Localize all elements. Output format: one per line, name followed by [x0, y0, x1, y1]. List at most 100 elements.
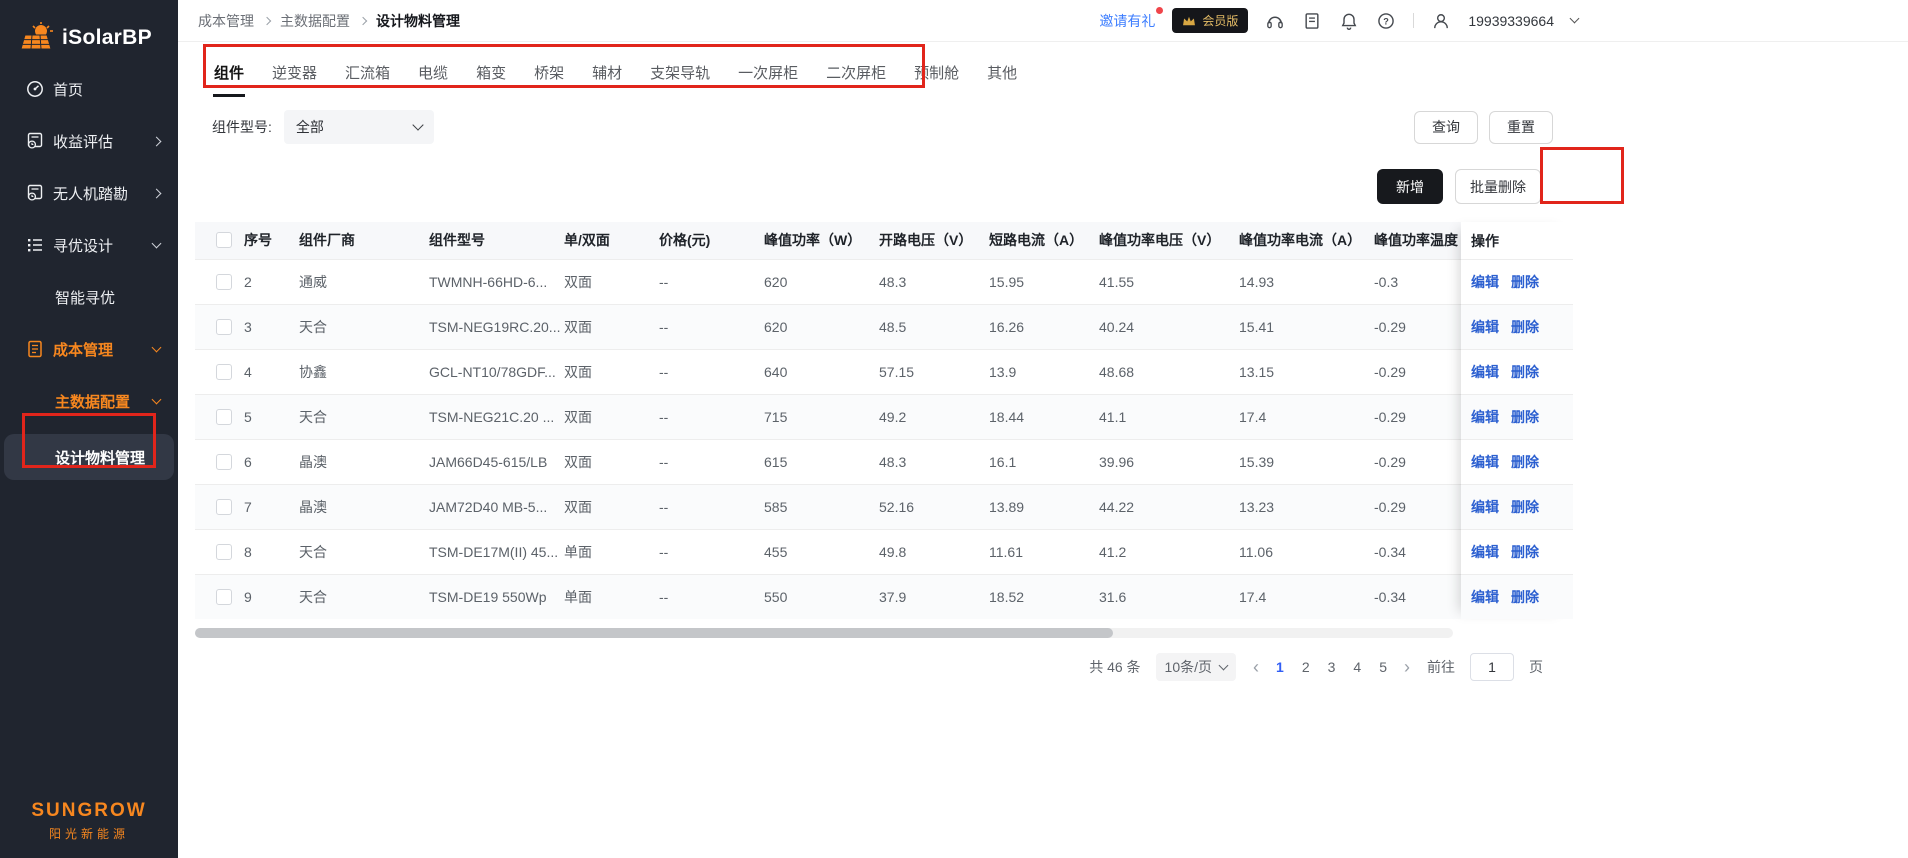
- cell-peak_temp: -0.29: [1370, 304, 1461, 349]
- tab-二次屏柜[interactable]: 二次屏柜: [825, 54, 887, 97]
- add-button[interactable]: 新增: [1377, 169, 1443, 204]
- chevron-down-icon: [152, 395, 162, 405]
- breadcrumb-cost-management[interactable]: 成本管理: [198, 11, 254, 31]
- delete-link[interactable]: 删除: [1511, 452, 1539, 472]
- delete-link[interactable]: 删除: [1511, 317, 1539, 337]
- breadcrumb-current-page: 设计物料管理: [376, 11, 460, 31]
- delete-link[interactable]: 删除: [1511, 497, 1539, 517]
- document-icon[interactable]: [1302, 11, 1322, 31]
- tab-逆变器[interactable]: 逆变器: [271, 54, 318, 97]
- topbar: 成本管理 主数据配置 设计物料管理 邀请有礼 会员版: [178, 0, 1908, 42]
- edit-link[interactable]: 编辑: [1471, 407, 1499, 427]
- horizontal-scrollbar-track[interactable]: [195, 628, 1453, 638]
- cell-short_current: 18.44: [985, 394, 1095, 439]
- row-checkbox[interactable]: [216, 409, 232, 425]
- cell-short_current: 16.1: [985, 439, 1095, 484]
- row-checkbox[interactable]: [216, 454, 232, 470]
- reset-button[interactable]: 重置: [1489, 111, 1553, 144]
- delete-link[interactable]: 删除: [1511, 542, 1539, 562]
- row-checkbox[interactable]: [216, 499, 232, 515]
- cell-price: --: [655, 439, 760, 484]
- query-button[interactable]: 查询: [1414, 111, 1478, 144]
- table-header-row: 序号组件厂商组件型号单/双面价格(元)峰值功率（W）开路电压（V）短路电流（A）…: [195, 222, 1461, 259]
- cell-short_current: 13.89: [985, 484, 1095, 529]
- sidebar-item-master-data-config[interactable]: 主数据配置: [0, 388, 178, 414]
- chevron-down-icon[interactable]: [1570, 14, 1580, 24]
- cell-face: 双面: [560, 349, 655, 394]
- delete-link[interactable]: 删除: [1511, 362, 1539, 382]
- headset-icon[interactable]: [1265, 11, 1285, 31]
- cell-peak_current: 11.06: [1235, 529, 1370, 574]
- tab-其他[interactable]: 其他: [986, 54, 1018, 97]
- tab-箱变[interactable]: 箱变: [475, 54, 507, 97]
- tab-电缆[interactable]: 电缆: [417, 54, 449, 97]
- cell-model: JAM66D45-615/LB: [425, 439, 560, 484]
- sidebar-item-label: 无人机踏勘: [53, 183, 128, 204]
- delete-link[interactable]: 删除: [1511, 272, 1539, 292]
- page-number-1[interactable]: 1: [1276, 659, 1284, 675]
- bell-icon[interactable]: [1339, 11, 1359, 31]
- operation-row: 编辑删除: [1461, 439, 1573, 484]
- edit-link[interactable]: 编辑: [1471, 272, 1499, 292]
- tab-预制舱[interactable]: 预制舱: [913, 54, 960, 97]
- invite-link[interactable]: 邀请有礼: [1099, 11, 1155, 31]
- delete-link[interactable]: 删除: [1511, 587, 1539, 607]
- breadcrumb-master-data[interactable]: 主数据配置: [280, 11, 350, 31]
- goto-page-input[interactable]: [1470, 653, 1514, 681]
- edit-link[interactable]: 编辑: [1471, 542, 1499, 562]
- tab-支架导轨[interactable]: 支架导轨: [649, 54, 711, 97]
- sidebar-item-optimal-design[interactable]: 寻优设计: [0, 232, 178, 258]
- cell-price: --: [655, 304, 760, 349]
- delete-link[interactable]: 删除: [1511, 407, 1539, 427]
- row-checkbox[interactable]: [216, 319, 232, 335]
- cell-open_voltage: 52.16: [875, 484, 985, 529]
- edit-link[interactable]: 编辑: [1471, 497, 1499, 517]
- row-checkbox[interactable]: [216, 589, 232, 605]
- tab-一次屏柜[interactable]: 一次屏柜: [737, 54, 799, 97]
- edit-link[interactable]: 编辑: [1471, 587, 1499, 607]
- tab-桥架[interactable]: 桥架: [533, 54, 565, 97]
- edit-link[interactable]: 编辑: [1471, 362, 1499, 382]
- module-model-select[interactable]: 全部: [284, 110, 434, 144]
- cell-peak_current: 15.39: [1235, 439, 1370, 484]
- row-checkbox[interactable]: [216, 364, 232, 380]
- sidebar-item-home[interactable]: 首页: [0, 76, 178, 102]
- tab-汇流箱[interactable]: 汇流箱: [344, 54, 391, 97]
- row-checkbox[interactable]: [216, 544, 232, 560]
- user-avatar-icon[interactable]: [1431, 11, 1451, 31]
- page-number-4[interactable]: 4: [1353, 659, 1361, 675]
- edit-link[interactable]: 编辑: [1471, 317, 1499, 337]
- column-header: 单/双面: [560, 222, 655, 259]
- sidebar-item-drone-survey[interactable]: 无人机踏勘: [0, 180, 178, 206]
- page-number-5[interactable]: 5: [1379, 659, 1387, 675]
- cell-vendor: 天合: [295, 394, 425, 439]
- tab-辅材[interactable]: 辅材: [591, 54, 623, 97]
- edit-link[interactable]: 编辑: [1471, 452, 1499, 472]
- cell-peak_current: 17.4: [1235, 574, 1370, 619]
- cost-document-icon: [26, 340, 44, 358]
- sidebar-item-smart-optimization[interactable]: 智能寻优: [0, 284, 178, 310]
- tab-组件[interactable]: 组件: [213, 54, 245, 97]
- row-checkbox[interactable]: [216, 274, 232, 290]
- help-icon[interactable]: ?: [1376, 11, 1396, 31]
- action-row: 新增 批量删除: [195, 169, 1573, 204]
- sidebar-menu: 首页 收益评估 无人机踏勘: [0, 76, 178, 480]
- cell-seq: 9: [240, 574, 295, 619]
- cell-price: --: [655, 574, 760, 619]
- design-list-icon: [26, 236, 44, 254]
- select-all-checkbox[interactable]: [216, 232, 232, 248]
- page-number-3[interactable]: 3: [1328, 659, 1336, 675]
- cell-price: --: [655, 259, 760, 304]
- sidebar-item-revenue[interactable]: 收益评估: [0, 128, 178, 154]
- cell-short_current: 18.52: [985, 574, 1095, 619]
- batch-delete-button[interactable]: 批量删除: [1455, 169, 1541, 204]
- next-page-button[interactable]: ›: [1402, 658, 1412, 676]
- horizontal-scrollbar-thumb[interactable]: [195, 628, 1113, 638]
- page-size-select[interactable]: 10条/页: [1156, 653, 1236, 681]
- sidebar-item-cost-management[interactable]: 成本管理: [0, 336, 178, 362]
- member-badge[interactable]: 会员版: [1172, 8, 1248, 33]
- cell-peak_voltage: 31.6: [1095, 574, 1235, 619]
- page-number-2[interactable]: 2: [1302, 659, 1310, 675]
- sidebar-item-design-material-management[interactable]: 设计物料管理: [4, 434, 174, 480]
- prev-page-button[interactable]: ‹: [1251, 658, 1261, 676]
